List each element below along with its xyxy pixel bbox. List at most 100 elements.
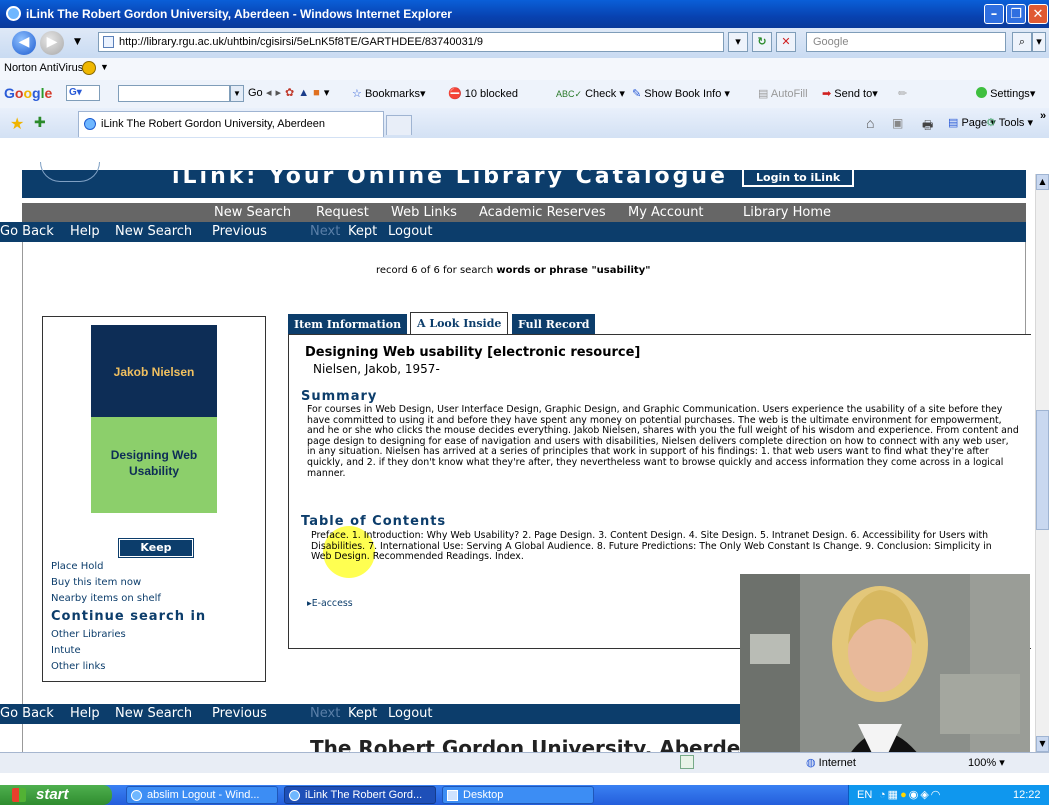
nav-library-home[interactable]: Library Home <box>743 205 831 220</box>
nav-academic-reserves[interactable]: Academic Reserves <box>479 205 606 220</box>
vertical-scrollbar[interactable]: ▲ ▼ <box>1035 174 1049 752</box>
tab-title: iLink The Robert Gordon University, Aber… <box>101 118 325 130</box>
taskbar-item-desktop[interactable]: Desktop <box>442 786 594 804</box>
scroll-down-button[interactable]: ▼ <box>1036 736 1049 752</box>
check-label: Check <box>585 88 617 100</box>
tab-ilink[interactable]: iLink The Robert Gordon University, Aber… <box>78 111 384 137</box>
footer-university-name: The Robert Gordon University, Aberdeen <box>310 736 769 752</box>
norton-dropdown-icon[interactable]: ▼ <box>100 62 109 72</box>
logout-link[interactable]: Logout <box>388 224 433 239</box>
new-search-link-bottom[interactable]: New Search <box>115 706 192 721</box>
logout-link-bottom[interactable]: Logout <box>388 706 433 721</box>
taskbar-item-desktop-label: Desktop <box>463 789 504 801</box>
toolbar-extra-icons[interactable]: ◂▸✿▲■▾ <box>266 86 333 99</box>
go-back-link-bottom[interactable]: Go Back <box>0 706 54 721</box>
pencil-icon[interactable]: ✏ <box>898 87 907 100</box>
tab-item-information[interactable]: Item Information <box>288 314 408 336</box>
other-links-link[interactable]: Other links <box>51 661 105 672</box>
print-icon[interactable]: 🖶 <box>922 116 933 137</box>
taskbar-item-logout-label: abslim Logout - Wind... <box>147 789 260 801</box>
add-favorites-icon[interactable]: ✚ <box>34 114 46 131</box>
zoom-level[interactable]: 100% ▾ <box>968 756 1005 769</box>
scroll-thumb[interactable] <box>1036 410 1049 530</box>
popup-blocker-button[interactable]: ⛔ 10 blocked <box>448 87 518 100</box>
show-book-info-label: Show Book Info <box>644 88 722 100</box>
item-sidebar: Jakob Nielsen Designing Web Usability Ke… <box>42 316 266 682</box>
settings-button[interactable]: Settings▾ <box>976 87 1035 100</box>
taskbar-item-logout[interactable]: abslim Logout - Wind... <box>126 786 278 804</box>
toolbar-overflow-icon[interactable]: » <box>1040 110 1046 122</box>
previous-link-bottom[interactable]: Previous <box>212 706 267 721</box>
tools-menu-button[interactable]: ⚙ Tools ▾ <box>986 116 1033 129</box>
refresh-button[interactable]: ↻ <box>752 32 772 52</box>
other-libraries-link[interactable]: Other Libraries <box>51 629 126 640</box>
google-menu-button[interactable]: G▾ <box>66 85 100 101</box>
intute-link[interactable]: Intute <box>51 645 81 656</box>
tab-full-record[interactable]: Full Record <box>512 314 596 336</box>
tools-menu-label: Tools <box>998 117 1025 129</box>
autofill-button[interactable]: ▤ AutoFill <box>758 87 808 100</box>
scroll-up-button[interactable]: ▲ <box>1036 174 1049 190</box>
language-indicator[interactable]: EN <box>857 789 872 801</box>
back-button[interactable]: ◀ <box>12 31 36 55</box>
nav-new-search[interactable]: New Search <box>214 205 291 220</box>
taskbar-item-ilink[interactable]: iLink The Robert Gord... <box>284 786 436 804</box>
next-link: Next <box>310 224 341 239</box>
tray-icons[interactable]: ◔▦●◉◈◠ <box>879 788 942 801</box>
feeds-icon[interactable]: ▣ <box>892 116 903 130</box>
continue-search-heading: Continue search in <box>51 609 207 624</box>
search-options-button[interactable]: ▾ <box>1032 32 1046 52</box>
system-tray: EN ◔▦●◉◈◠ 12:22 <box>848 785 1049 805</box>
favorites-star-icon[interactable]: ★ <box>10 114 24 134</box>
keep-button[interactable]: Keep <box>118 538 194 558</box>
nav-my-account[interactable]: My Account <box>628 205 704 220</box>
google-search-input[interactable] <box>118 85 230 102</box>
nav-request[interactable]: Request <box>316 205 369 220</box>
google-go-button[interactable]: Go <box>248 87 263 99</box>
spellcheck-button[interactable]: ABC✓ Check ▾ <box>556 87 625 100</box>
forward-button[interactable]: ▶ <box>40 31 64 55</box>
start-button[interactable]: start <box>0 785 112 805</box>
settings-label: Settings <box>990 88 1030 100</box>
help-link-bottom[interactable]: Help <box>70 706 100 721</box>
search-button[interactable]: ⌕ <box>1012 32 1032 52</box>
norton-icon[interactable] <box>82 61 96 75</box>
autofill-icon: ▤ <box>758 88 769 100</box>
new-search-link[interactable]: New Search <box>115 224 192 239</box>
address-toolbar: ◀ ▶ ▼ http://library.rgu.ac.uk/uhtbin/cg… <box>0 28 1049 58</box>
eaccess-label: E-access <box>311 598 353 609</box>
stop-button[interactable]: ✕ <box>776 32 796 52</box>
nav-web-links[interactable]: Web Links <box>391 205 457 220</box>
send-to-button[interactable]: ➡ Send to▾ <box>822 87 878 100</box>
close-button[interactable]: ✕ <box>1028 4 1048 24</box>
kept-link[interactable]: Kept <box>348 224 377 239</box>
nearby-items-link[interactable]: Nearby items on shelf <box>51 593 161 604</box>
show-book-info-button[interactable]: ✎ Show Book Info ▾ <box>632 87 730 100</box>
bookmarks-button[interactable]: ☆ Bookmarks▾ <box>352 87 426 100</box>
previous-link[interactable]: Previous <box>212 224 267 239</box>
record-nav: Go Back Help New Search Previous Next Ke… <box>0 222 1026 242</box>
help-link[interactable]: Help <box>70 224 100 239</box>
kept-link-bottom[interactable]: Kept <box>348 706 377 721</box>
address-dropdown-button[interactable]: ▾ <box>728 32 748 52</box>
new-tab-button[interactable] <box>386 115 412 135</box>
go-back-link[interactable]: Go Back <box>0 224 54 239</box>
home-icon[interactable]: ⌂ <box>866 115 874 131</box>
book-cover[interactable]: Jakob Nielsen Designing Web Usability <box>91 325 217 513</box>
buy-item-link[interactable]: Buy this item now <box>51 577 141 588</box>
minimize-button[interactable]: – <box>984 4 1004 24</box>
window-title: iLink The Robert Gordon University, Aber… <box>26 7 452 21</box>
history-dropdown-icon[interactable]: ▼ <box>74 37 81 47</box>
tab-bar: ★ ✚ iLink The Robert Gordon University, … <box>0 108 1049 138</box>
login-button[interactable]: Login to iLink <box>742 168 855 187</box>
book-cover-bottom: Designing Web Usability <box>91 417 217 513</box>
banner-title: iLink: Your Online Library Catalogue <box>172 164 728 189</box>
google-search-dropdown[interactable]: ▼ <box>230 85 244 102</box>
search-input[interactable]: Google <box>806 32 1006 52</box>
eaccess-link[interactable]: ▸E-access <box>307 598 353 609</box>
place-hold-link[interactable]: Place Hold <box>51 561 104 572</box>
abc-check-icon: ABC✓ <box>556 89 583 99</box>
maximize-button[interactable]: ❐ <box>1006 4 1026 24</box>
address-bar[interactable]: http://library.rgu.ac.uk/uhtbin/cgisirsi… <box>98 32 724 52</box>
address-url: http://library.rgu.ac.uk/uhtbin/cgisirsi… <box>119 36 484 48</box>
